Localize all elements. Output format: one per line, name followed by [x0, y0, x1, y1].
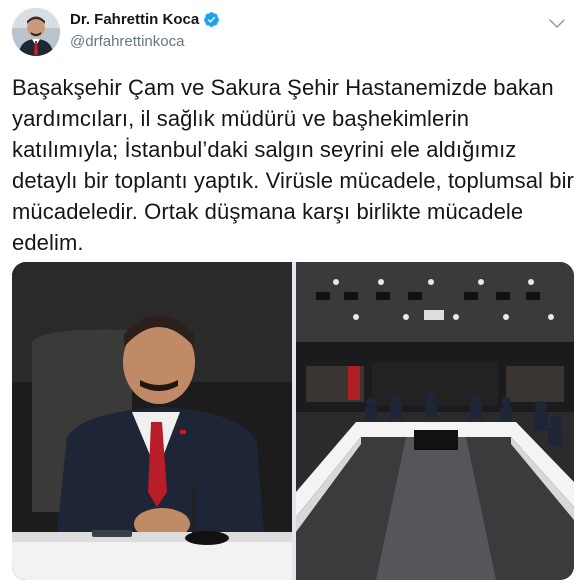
tweet-text: Başakşehir Çam ve Sakura Şehir Hastanemi… — [12, 75, 574, 255]
name-row: Dr. Fahrettin Koca — [70, 11, 220, 28]
more-options-icon[interactable] — [546, 12, 568, 34]
avatar-image — [12, 8, 60, 56]
meeting-room-photo[interactable] — [296, 262, 574, 580]
display-name[interactable]: Dr. Fahrettin Koca — [70, 11, 199, 28]
tweet-card: Dr. Fahrettin Koca @drfahrettinkoca Başa… — [0, 0, 582, 586]
portrait-photo[interactable] — [12, 262, 292, 580]
user-handle[interactable]: @drfahrettinkoca — [70, 33, 184, 50]
verified-badge-icon — [203, 11, 220, 28]
tweet-media — [12, 262, 574, 580]
avatar[interactable] — [12, 8, 60, 56]
